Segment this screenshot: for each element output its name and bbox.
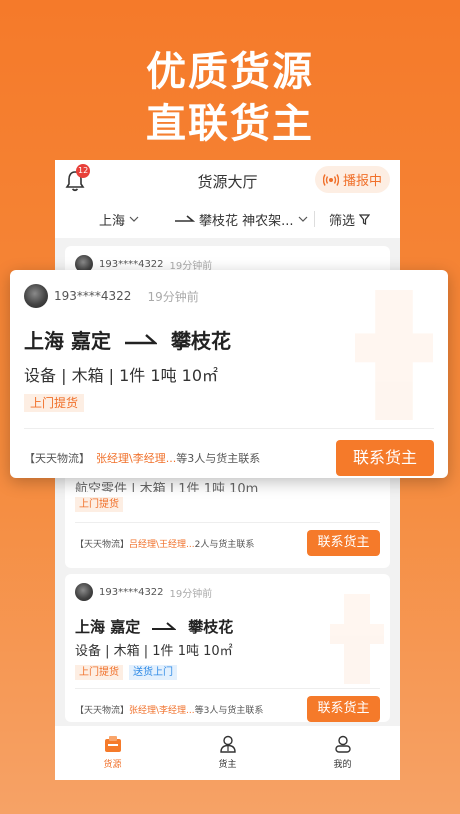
- cargo-spec: 航空零件 | 木箱 | 1件 1吨 10m: [75, 482, 259, 492]
- contact-shipper-button[interactable]: 联系货主: [307, 696, 380, 722]
- route-arrow-icon: [152, 622, 177, 630]
- contact-row: 【天天物流】张经理\李经理...等3人与货主联系 联系货主: [75, 689, 380, 722]
- tag-pickup: 上门提货: [75, 665, 123, 680]
- filter-button[interactable]: 筛选: [329, 210, 371, 229]
- user-phone: 193****4322: [99, 258, 164, 270]
- contact-shipper-button[interactable]: 联系货主: [307, 530, 380, 556]
- company-name: 【天天物流】: [75, 539, 130, 550]
- origin-value: 上海: [99, 213, 126, 229]
- contact-names[interactable]: 张经理\李经理...: [129, 706, 195, 716]
- avatar: [24, 284, 48, 308]
- contact-row: 【天天物流】张经理\李经理...等3人与货主联系 联系货主: [24, 429, 434, 478]
- cargo-box-icon: [104, 736, 121, 752]
- company-name: 【天天物流】: [24, 452, 90, 465]
- filter-divider: [314, 211, 315, 227]
- nav-label: 货源: [103, 760, 122, 770]
- promo-headline: 优质货源 直联货主: [0, 46, 460, 150]
- headline-line-2: 直联货主: [146, 101, 314, 147]
- tag-delivery: 送货上门: [129, 665, 177, 680]
- tag-pickup: 上门提货: [75, 497, 123, 512]
- broadcast-button[interactable]: 播报中: [314, 166, 390, 193]
- app-header: 12 货源大厅 播报中 上海 攀枝花 神农架... 筛选: [55, 160, 400, 238]
- contact-summary: 【天天物流】张经理\李经理...等3人与货主联系: [24, 450, 260, 466]
- nav-label: 货主: [218, 760, 237, 770]
- contact-row: 【天天物流】吕经理\王经理...2人与货主联系 联系货主: [75, 523, 380, 563]
- avatar: [75, 583, 93, 601]
- watermark-logo-icon: [330, 594, 384, 684]
- user-phone: 193****4322: [54, 289, 132, 303]
- route-destination: 攀枝花: [188, 617, 234, 636]
- chevron-down-icon: [298, 216, 307, 222]
- broadcast-label: 播报中: [342, 174, 382, 189]
- contact-summary: 【天天物流】张经理\李经理...等3人与货主联系: [75, 703, 263, 716]
- route-destination: 攀枝花: [170, 328, 231, 353]
- nav-item-cargo[interactable]: 货源: [55, 726, 170, 780]
- chevron-down-icon: [129, 216, 139, 222]
- cargo-card-lower[interactable]: 航空零件 | 木箱 | 1件 1吨 10m 上门提货 【天天物流】吕经理\王经理…: [65, 476, 390, 568]
- cargo-card[interactable]: 193****4322 19分钟前 上海 嘉定 攀枝花 设备 | 木箱 | 1件…: [65, 574, 390, 722]
- contact-shipper-button[interactable]: 联系货主: [336, 440, 434, 476]
- contact-names[interactable]: 张经理\李经理...: [96, 452, 176, 465]
- route-origin: 上海 嘉定: [75, 617, 141, 636]
- route-arrow-icon: [175, 215, 195, 222]
- filter-bar: 上海 攀枝花 神农架... 筛选: [55, 204, 400, 234]
- post-time: 19分钟前: [147, 289, 199, 304]
- watermark-logo-icon: [355, 290, 433, 420]
- post-time: 19分钟前: [169, 588, 213, 600]
- broadcast-icon: [322, 173, 339, 186]
- filter-label: 筛选: [329, 213, 356, 229]
- nav-item-shipper[interactable]: 货主: [170, 726, 285, 780]
- nav-label: 我的: [333, 760, 352, 770]
- contact-suffix: 等3人与货主联系: [194, 705, 264, 716]
- nav-item-mine[interactable]: 我的: [285, 726, 400, 780]
- origin-dropdown[interactable]: 上海: [99, 210, 139, 229]
- contact-summary: 【天天物流】吕经理\王经理...2人与货主联系: [75, 537, 254, 550]
- user-phone: 193****4322: [99, 586, 164, 598]
- profile-icon: [334, 735, 351, 753]
- cargo-tags: 上门提货: [75, 497, 380, 512]
- contact-suffix: 2人与货主联系: [194, 539, 255, 550]
- destination-value: 攀枝花 神农架...: [199, 213, 294, 229]
- bottom-nav: 货源 货主 我的: [55, 726, 400, 780]
- route-arrow-icon: [124, 334, 157, 345]
- company-name: 【天天物流】: [75, 705, 130, 716]
- contact-names[interactable]: 吕经理\王经理...: [129, 540, 195, 550]
- tag-pickup: 上门提货: [24, 394, 85, 412]
- highlighted-cargo-card[interactable]: 193****4322 19分钟前 上海 嘉定 攀枝花 设备 | 木箱 | 1件…: [10, 270, 448, 478]
- funnel-icon: [359, 213, 371, 225]
- contact-suffix: 等3人与货主联系: [176, 452, 261, 465]
- route-origin: 上海 嘉定: [24, 328, 111, 353]
- shipper-person-icon: [219, 735, 236, 753]
- headline-line-1: 优质货源: [146, 49, 314, 95]
- destination-dropdown[interactable]: 攀枝花 神农架...: [175, 210, 308, 229]
